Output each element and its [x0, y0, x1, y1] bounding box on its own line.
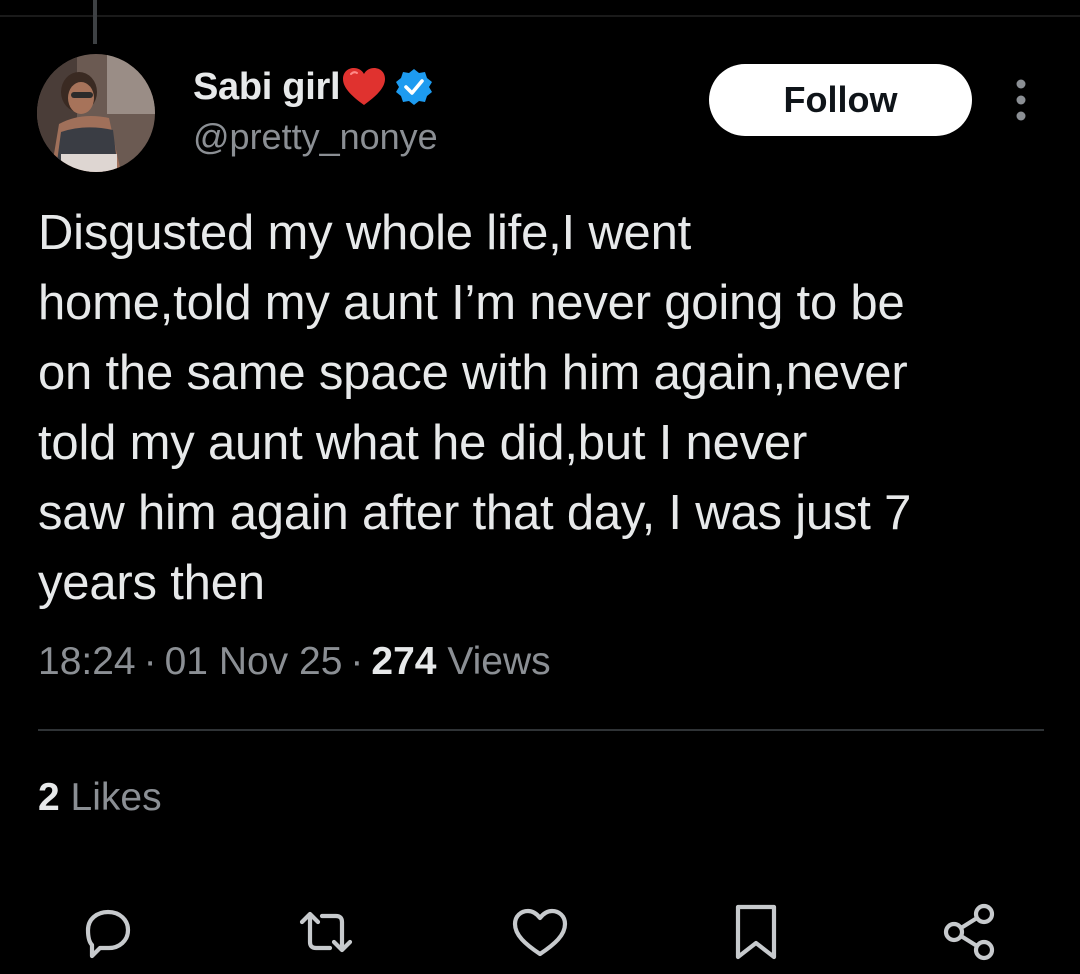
tweet-time[interactable]: 18:24: [38, 640, 136, 683]
meta-separator: ·: [350, 640, 364, 683]
divider: [38, 729, 1044, 731]
share-icon[interactable]: [938, 900, 1002, 964]
meta-separator: ·: [143, 640, 157, 683]
reply-icon[interactable]: [76, 900, 140, 964]
views-count[interactable]: 274: [371, 640, 436, 683]
display-name[interactable]: Sabi girl: [193, 66, 341, 109]
follow-button[interactable]: Follow: [709, 64, 972, 136]
action-bar: [0, 900, 1080, 974]
thread-connector-line: [93, 0, 97, 44]
author-handle[interactable]: @pretty_nonye: [193, 116, 438, 158]
retweet-icon[interactable]: [294, 900, 358, 964]
more-vertical-icon[interactable]: [1004, 78, 1038, 122]
likes-count: 2: [38, 776, 60, 819]
tweet-meta: 18:24 · 01 Nov 25 · 274 Views: [38, 640, 551, 684]
views-label: Views: [436, 640, 551, 683]
top-divider: [0, 15, 1080, 17]
likes-link[interactable]: 2 Likes: [38, 776, 162, 820]
red-heart-icon: [342, 67, 386, 107]
author-name-row[interactable]: Sabi girl: [193, 62, 434, 112]
verified-badge-icon[interactable]: [394, 67, 434, 107]
bookmark-icon[interactable]: [724, 900, 788, 964]
tweet-date[interactable]: 01 Nov 25: [165, 640, 343, 683]
avatar[interactable]: [37, 54, 155, 172]
like-icon[interactable]: [508, 900, 572, 964]
tweet-text: Disgusted my whole life,I went home,told…: [38, 206, 912, 610]
likes-label: Likes: [59, 776, 162, 819]
